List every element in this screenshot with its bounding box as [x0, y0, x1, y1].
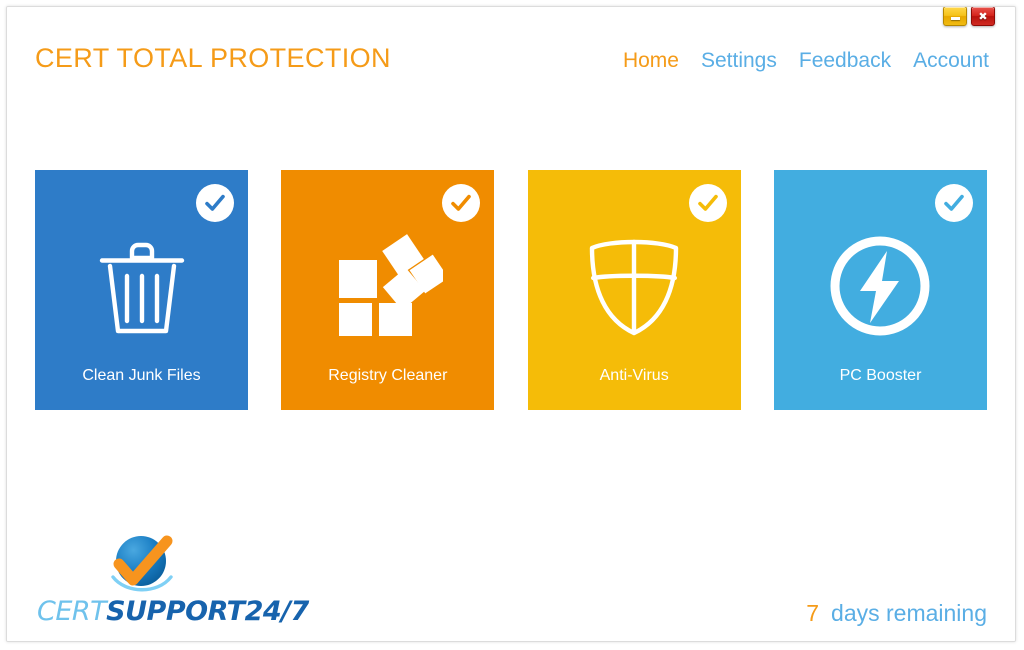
- trash-can-icon: [35, 226, 248, 346]
- nav-item-account[interactable]: Account: [913, 49, 989, 73]
- nav-item-home[interactable]: Home: [623, 49, 679, 73]
- shield-icon: [528, 226, 741, 346]
- status-badge-checked: [934, 184, 973, 222]
- registry-blocks-icon: [281, 226, 494, 346]
- minimize-button[interactable]: [943, 7, 967, 26]
- trial-days-label: days remaining: [831, 600, 987, 626]
- tile-label: Clean Junk Files: [82, 367, 201, 384]
- app-footer: CERTSUPPORT24/7 7 days remaining: [7, 511, 1015, 641]
- tile-registry-cleaner[interactable]: Registry Cleaner: [281, 170, 495, 410]
- feature-tiles: Clean Junk Files Registry Cleaner Anti-V…: [35, 170, 987, 410]
- tile-label: Anti-Virus: [599, 367, 669, 384]
- brand-logo: CERTSUPPORT24/7: [37, 533, 309, 633]
- nav-item-feedback[interactable]: Feedback: [799, 49, 891, 73]
- status-badge-checked: [196, 184, 234, 222]
- trial-days-count: 7: [806, 600, 820, 626]
- close-button[interactable]: ✖: [971, 7, 995, 26]
- close-icon: ✖: [978, 9, 988, 23]
- application-window: ✖ CERT TOTAL PROTECTION Home Settings Fe…: [6, 6, 1016, 642]
- main-nav: Home Settings Feedback Account: [623, 49, 989, 73]
- app-header: CERT TOTAL PROTECTION Home Settings Feed…: [7, 7, 1015, 111]
- blue-sphere-orange-check-icon: [105, 533, 179, 600]
- status-badge-checked: [442, 184, 481, 222]
- lightning-bolt-circle-icon: [774, 226, 987, 346]
- brand-wordmark-support: SUPPORT: [106, 596, 245, 627]
- tile-label: Registry Cleaner: [328, 367, 448, 384]
- tile-pc-booster[interactable]: PC Booster: [773, 170, 987, 410]
- brand-wordmark: CERTSUPPORT24/7: [37, 596, 309, 627]
- window-controls: ✖: [943, 7, 995, 26]
- status-badge-checked: [688, 184, 727, 222]
- tile-clean-junk-files[interactable]: Clean Junk Files: [35, 170, 248, 410]
- tile-label: PC Booster: [839, 367, 922, 384]
- nav-item-settings[interactable]: Settings: [701, 49, 777, 73]
- trial-status: 7 days remaining: [806, 600, 987, 627]
- tile-anti-virus[interactable]: Anti-Virus: [527, 170, 741, 410]
- page-title: CERT TOTAL PROTECTION: [35, 43, 391, 73]
- brand-wordmark-cert: CERT: [37, 596, 107, 627]
- minimize-icon: [950, 16, 960, 20]
- brand-wordmark-247: 24/7: [244, 596, 310, 627]
